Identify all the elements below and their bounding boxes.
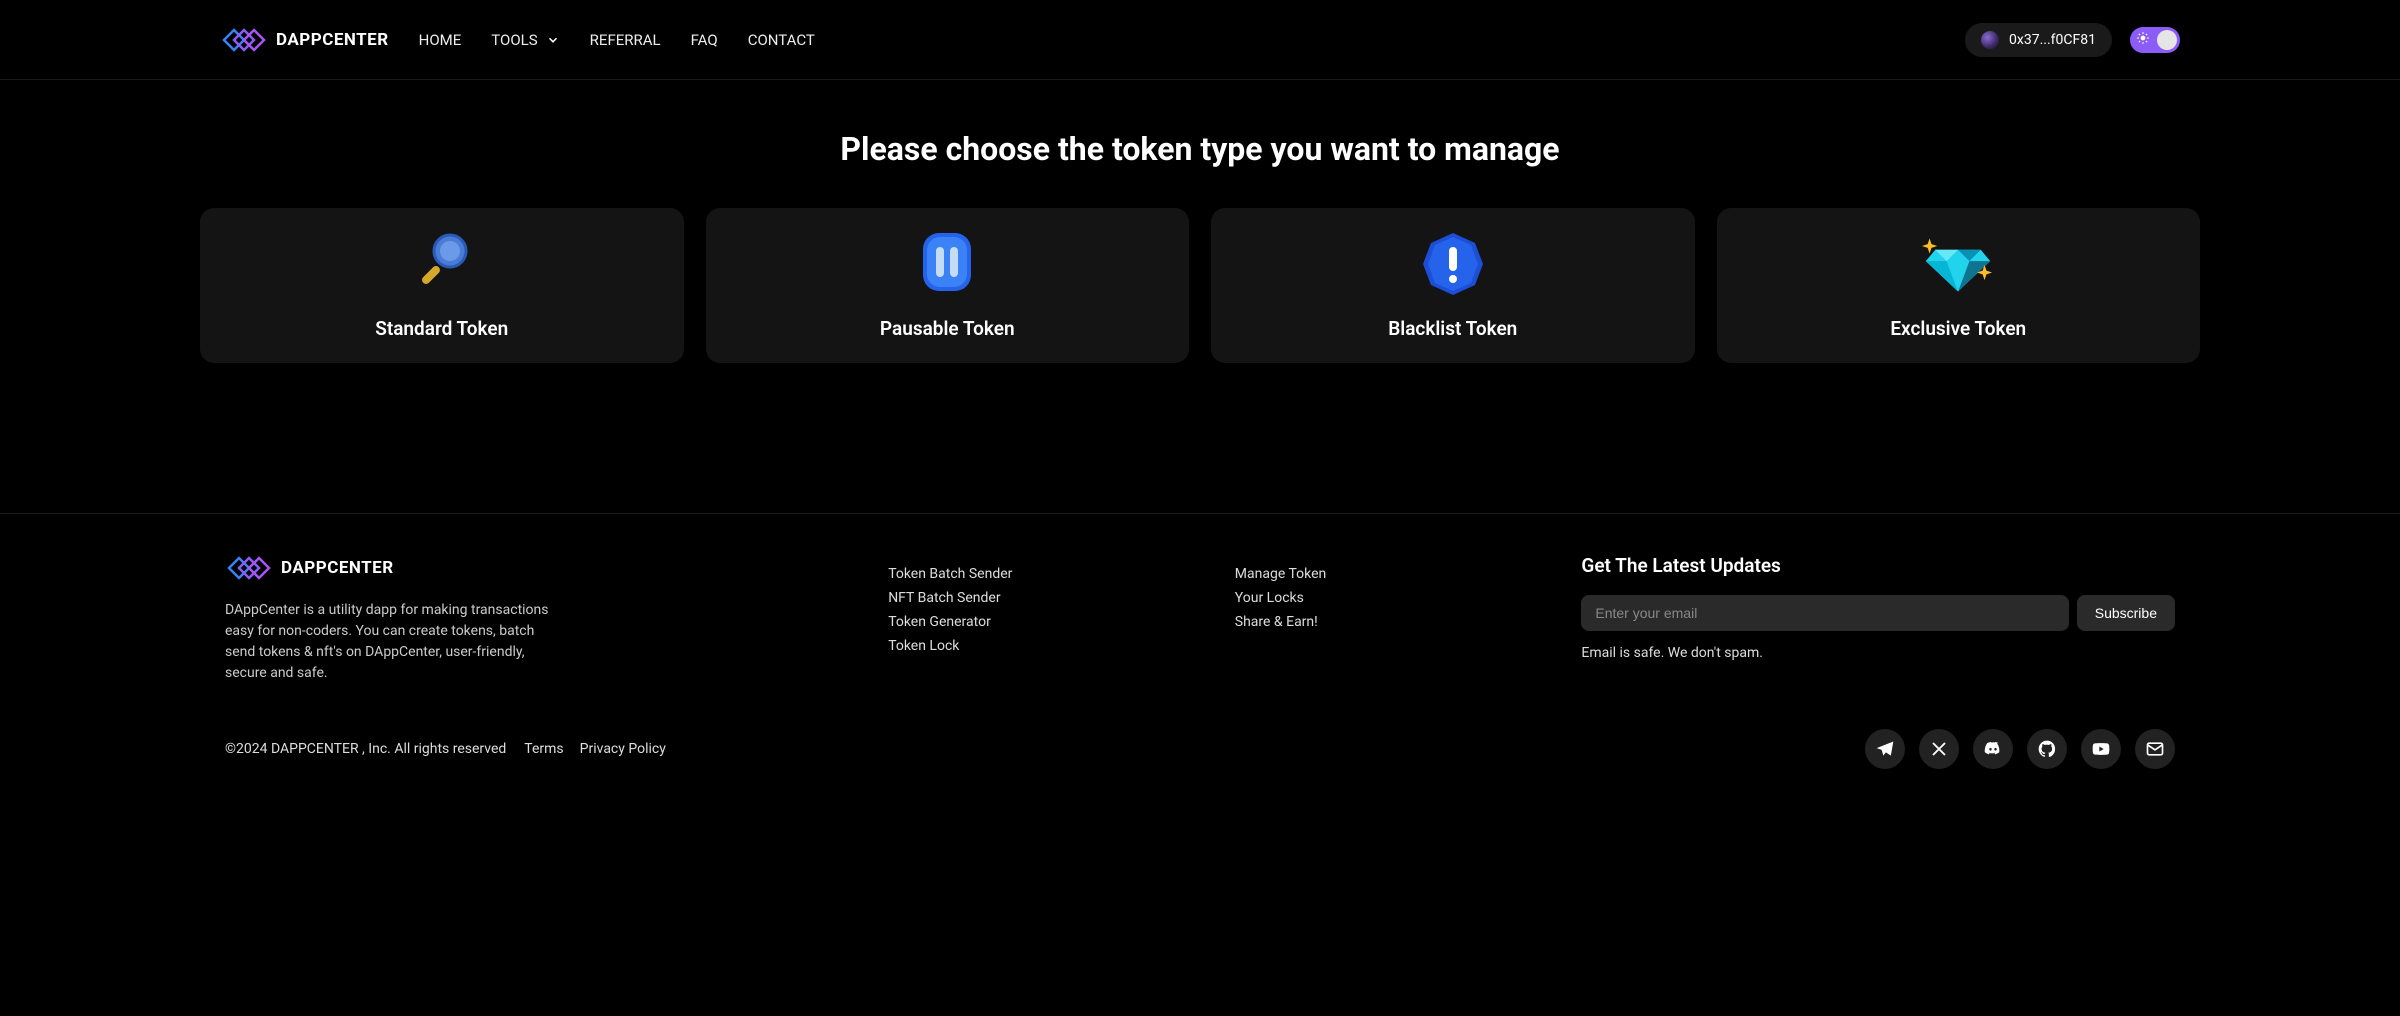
wallet-button[interactable]: 0x37...f0CF81 bbox=[1965, 23, 2112, 57]
warning-icon bbox=[1417, 231, 1489, 297]
card-label: Exclusive Token bbox=[1890, 317, 2026, 340]
link-share-earn[interactable]: Share & Earn! bbox=[1235, 614, 1552, 630]
nav-faq[interactable]: FAQ bbox=[691, 31, 718, 49]
toggle-knob bbox=[2157, 30, 2177, 50]
nav-tools-label: TOOLS bbox=[491, 31, 537, 49]
link-nft-batch-sender[interactable]: NFT Batch Sender bbox=[888, 590, 1205, 606]
footer-top: DAPPCENTER DAppCenter is a utility dapp … bbox=[225, 554, 2175, 684]
card-label: Standard Token bbox=[375, 317, 508, 340]
card-pausable-token[interactable]: Pausable Token bbox=[706, 208, 1190, 363]
header-right: 0x37...f0CF81 bbox=[1965, 23, 2180, 57]
link-token-generator[interactable]: Token Generator bbox=[888, 614, 1205, 630]
newsletter-note: Email is safe. We don't spam. bbox=[1581, 645, 2175, 661]
nav-contact[interactable]: CONTACT bbox=[748, 31, 815, 49]
footer-links-col1: Token Batch Sender NFT Batch Sender Toke… bbox=[888, 554, 1205, 684]
footer: DAPPCENTER DAppCenter is a utility dapp … bbox=[0, 513, 2400, 799]
wallet-avatar-icon bbox=[1981, 31, 1999, 49]
diamond-icon bbox=[1922, 231, 1994, 297]
pause-icon bbox=[911, 231, 983, 297]
footer-logo[interactable]: DAPPCENTER bbox=[225, 554, 858, 582]
github-icon[interactable] bbox=[2027, 729, 2067, 769]
token-type-cards: Standard Token Pausable Token bbox=[200, 208, 2200, 363]
main-nav: HOME TOOLS REFERRAL FAQ CONTACT bbox=[419, 31, 815, 49]
legal-links: Terms Privacy Policy bbox=[524, 741, 666, 757]
logo-icon bbox=[225, 554, 273, 582]
page-title: Please choose the token type you want to… bbox=[200, 130, 2200, 168]
header: DAPPCENTER HOME TOOLS REFERRAL FAQ CONTA… bbox=[0, 0, 2400, 80]
nav-home[interactable]: HOME bbox=[419, 31, 462, 49]
footer-bottom: ©2024 DAPPCENTER , Inc. All rights reser… bbox=[225, 729, 2175, 769]
main-content: Please choose the token type you want to… bbox=[0, 80, 2400, 413]
link-token-lock[interactable]: Token Lock bbox=[888, 638, 1205, 654]
youtube-icon[interactable] bbox=[2081, 729, 2121, 769]
newsletter-form: Subscribe bbox=[1581, 595, 2175, 631]
card-label: Pausable Token bbox=[880, 317, 1015, 340]
card-standard-token[interactable]: Standard Token bbox=[200, 208, 684, 363]
sun-icon bbox=[2136, 31, 2150, 49]
logo-text: DAPPCENTER bbox=[276, 30, 389, 50]
subscribe-button[interactable]: Subscribe bbox=[2077, 595, 2175, 631]
chevron-down-icon bbox=[546, 33, 560, 47]
nav-referral[interactable]: REFERRAL bbox=[590, 31, 661, 49]
telegram-icon[interactable] bbox=[1865, 729, 1905, 769]
logo-icon bbox=[220, 26, 268, 54]
nav-tools[interactable]: TOOLS bbox=[491, 31, 559, 49]
card-blacklist-token[interactable]: Blacklist Token bbox=[1211, 208, 1695, 363]
discord-icon[interactable] bbox=[1973, 729, 2013, 769]
link-token-batch-sender[interactable]: Token Batch Sender bbox=[888, 566, 1205, 582]
card-label: Blacklist Token bbox=[1388, 317, 1517, 340]
link-manage-token[interactable]: Manage Token bbox=[1235, 566, 1552, 582]
newsletter-title: Get The Latest Updates bbox=[1581, 554, 2175, 577]
link-privacy[interactable]: Privacy Policy bbox=[580, 741, 666, 757]
footer-links-col2: Manage Token Your Locks Share & Earn! bbox=[1235, 554, 1552, 684]
email-icon[interactable] bbox=[2135, 729, 2175, 769]
wallet-address: 0x37...f0CF81 bbox=[2009, 32, 2096, 48]
magnifier-icon bbox=[406, 231, 478, 297]
link-your-locks[interactable]: Your Locks bbox=[1235, 590, 1552, 606]
footer-about: DAPPCENTER DAppCenter is a utility dapp … bbox=[225, 554, 858, 684]
card-exclusive-token[interactable]: Exclusive Token bbox=[1717, 208, 2201, 363]
x-twitter-icon[interactable] bbox=[1919, 729, 1959, 769]
footer-description: DAppCenter is a utility dapp for making … bbox=[225, 600, 565, 684]
footer-logo-text: DAPPCENTER bbox=[281, 558, 394, 578]
logo[interactable]: DAPPCENTER bbox=[220, 26, 389, 54]
newsletter: Get The Latest Updates Subscribe Email i… bbox=[1581, 554, 2175, 684]
copyright: ©2024 DAPPCENTER , Inc. All rights reser… bbox=[225, 741, 506, 757]
link-terms[interactable]: Terms bbox=[524, 741, 563, 757]
theme-toggle[interactable] bbox=[2130, 27, 2180, 53]
social-links bbox=[1865, 729, 2175, 769]
email-field[interactable] bbox=[1581, 595, 2068, 631]
